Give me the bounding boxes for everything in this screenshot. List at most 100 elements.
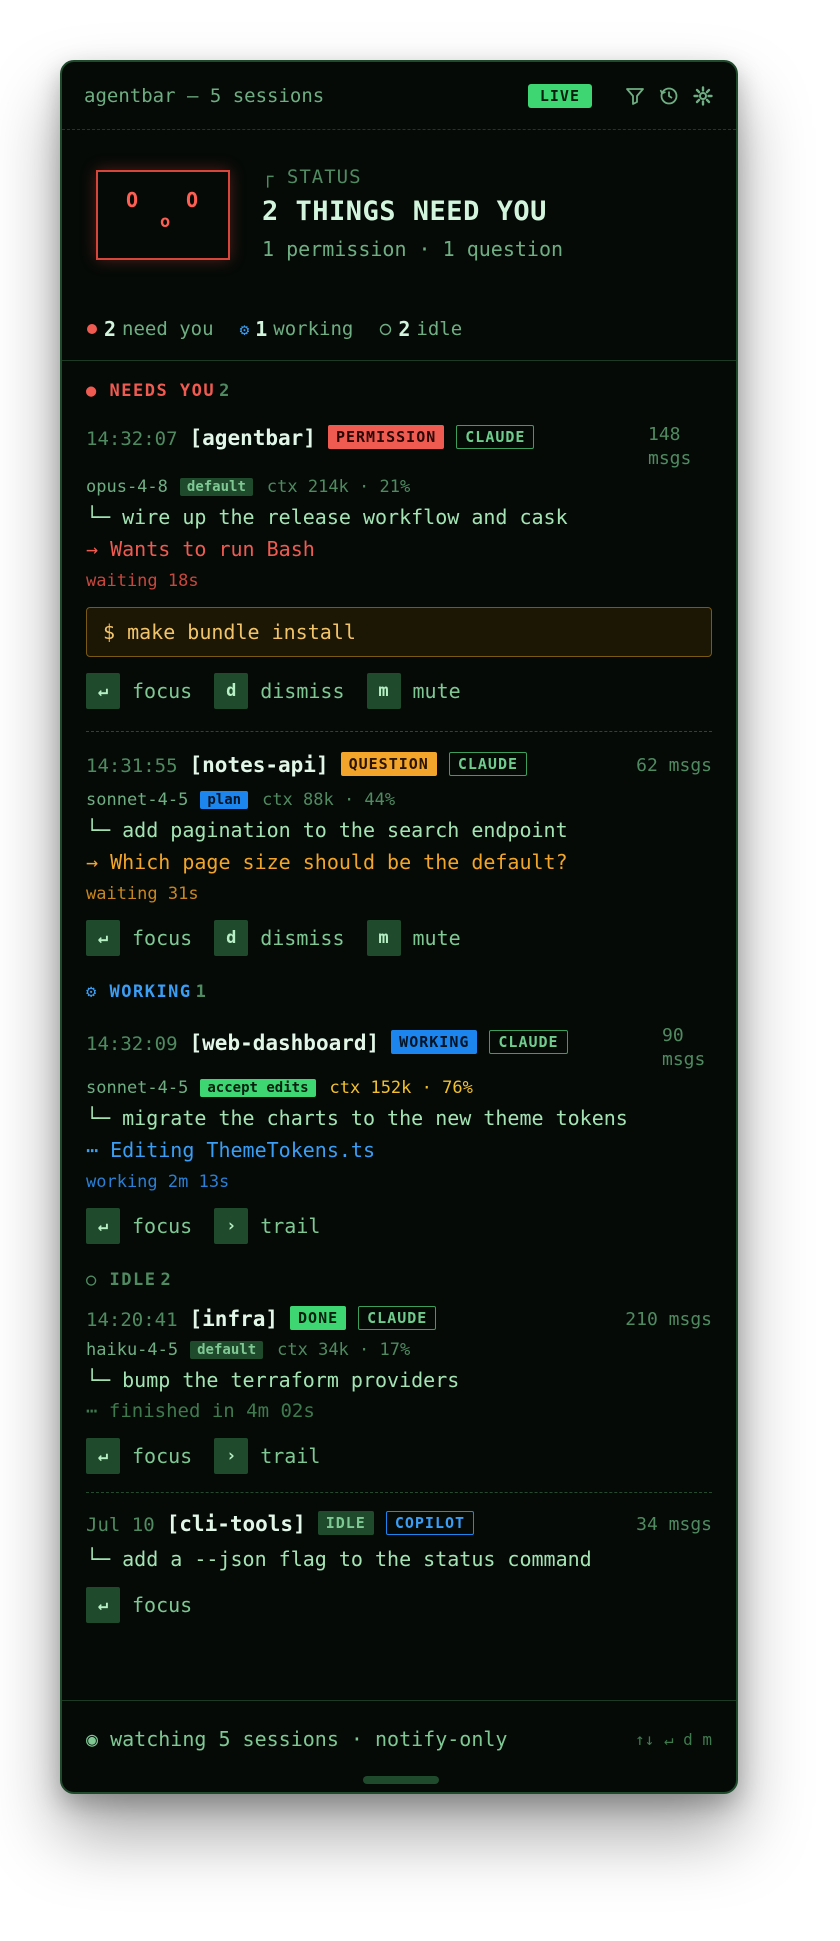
section-needs-you: ● NEEDS YOU 2 <box>86 381 231 401</box>
session-project: [agentbar] <box>189 426 316 450</box>
model-name: sonnet-4-5 <box>86 1078 189 1098</box>
focus-label: focus <box>132 1444 193 1468</box>
session-time: 14:32:09 <box>86 1033 178 1055</box>
face-eye-left: O <box>126 188 139 212</box>
section-idle: ○ IDLE 2 <box>86 1270 173 1290</box>
title-bar: agentbar — 5 sessions LIVE <box>62 62 736 130</box>
status-label: ┌ STATUS <box>262 166 362 188</box>
dismiss-key-button[interactable]: d <box>214 673 249 709</box>
dismiss-key-button[interactable]: d <box>214 920 249 956</box>
model-name: sonnet-4-5 <box>86 790 189 810</box>
status-hero: O O o ┌ STATUS 2 THINGS NEED YOU 1 permi… <box>62 130 736 330</box>
session-action: ⋯ Editing ThemeTokens.ts <box>86 1138 375 1162</box>
mode-badge: accept edits <box>200 1079 316 1097</box>
status-title: 2 THINGS NEED YOU <box>262 196 547 227</box>
session-notes-api[interactable]: 14:31:55 [notes-api] QUESTION CLAUDE 62 … <box>62 750 736 956</box>
idle-circle-icon: ○ <box>86 1270 98 1290</box>
focus-key-button[interactable]: ↵ <box>86 920 120 956</box>
state-badge: PERMISSION <box>327 425 445 449</box>
session-cli-tools[interactable]: Jul 10 [cli-tools] IDLE COPILOT 34 msgs … <box>62 1509 736 1623</box>
status-subtitle: 1 permission · 1 question <box>262 237 564 261</box>
session-project: [web-dashboard] <box>189 1031 380 1055</box>
waiting-time: waiting 18s <box>86 571 199 591</box>
trail-key-button[interactable]: › <box>214 1208 249 1244</box>
focus-key-button[interactable]: ↵ <box>86 1438 120 1474</box>
agent-badge: CLAUDE <box>448 752 528 776</box>
msg-count: 34 msgs <box>636 1514 712 1535</box>
focus-key-button[interactable]: ↵ <box>86 1587 120 1623</box>
blue-gear-icon: ⚙ <box>86 982 98 1002</box>
mode-badge: plan <box>200 791 249 809</box>
trail-key-button[interactable]: › <box>214 1438 249 1474</box>
keyboard-hint: ↑↓ ↵ d m <box>634 1730 712 1749</box>
face-eye-right: O <box>186 188 199 212</box>
model-name: haiku-4-5 <box>86 1340 179 1360</box>
idle-circle-icon <box>380 323 392 335</box>
session-action: → Which page size should be the default? <box>86 850 568 874</box>
section-working: ⚙ WORKING 1 <box>86 982 208 1002</box>
context-usage: ctx 152k · 76% <box>329 1078 473 1098</box>
session-project: [infra] <box>189 1307 279 1331</box>
live-badge: LIVE <box>527 83 592 108</box>
window-title: agentbar — 5 sessions <box>84 84 325 107</box>
watching-status: ◉ watching 5 sessions · notify-only <box>86 1727 508 1751</box>
context-usage: ctx 214k · 21% <box>266 477 411 497</box>
resize-grabber[interactable] <box>363 1776 439 1784</box>
filter-icon[interactable] <box>624 85 646 107</box>
msg-count: 62 msgs <box>636 755 712 776</box>
state-badge: IDLE <box>317 1511 374 1535</box>
dismiss-label: dismiss <box>260 926 345 950</box>
history-icon[interactable] <box>658 85 680 107</box>
session-infra[interactable]: 14:20:41 [infra] DONE CLAUDE 210 msgs ha… <box>62 1304 736 1474</box>
agent-badge: COPILOT <box>385 1511 475 1535</box>
model-name: opus-4-8 <box>86 477 168 497</box>
msg-count: 148 msgs <box>648 424 692 469</box>
session-project: [notes-api] <box>189 753 329 777</box>
summary-idle[interactable]: 2 idle <box>379 317 462 341</box>
red-dot-icon: ● <box>86 381 98 401</box>
mode-badge: default <box>190 1341 264 1359</box>
mute-label: mute <box>412 926 461 950</box>
mute-key-button[interactable]: m <box>366 673 401 709</box>
pending-command: $ make bundle install <box>86 607 712 657</box>
msg-count: 90 msgs <box>662 1025 706 1070</box>
focus-label: focus <box>132 679 193 703</box>
focus-label: focus <box>132 1593 193 1617</box>
mute-key-button[interactable]: m <box>366 920 401 956</box>
mode-badge: default <box>179 478 253 496</box>
focus-key-button[interactable]: ↵ <box>86 673 120 709</box>
dismiss-label: dismiss <box>260 679 345 703</box>
session-time: 14:31:55 <box>86 755 178 777</box>
session-time: 14:20:41 <box>86 1309 178 1331</box>
session-time: Jul 10 <box>86 1514 155 1536</box>
session-task: └─ wire up the release workflow and cask <box>86 505 568 529</box>
session-task: └─ migrate the charts to the new theme t… <box>86 1106 628 1130</box>
summary-working[interactable]: ⚙ 1 working <box>240 317 354 341</box>
agent-badge: CLAUDE <box>456 425 535 449</box>
gear-icon[interactable] <box>692 85 714 107</box>
session-project: [cli-tools] <box>166 1512 306 1536</box>
session-action: → Wants to run Bash <box>86 537 315 561</box>
session-time: 14:32:07 <box>86 428 178 450</box>
session-action: ⋯ finished in 4m 02s <box>86 1400 315 1422</box>
session-web-dashboard[interactable]: 14:32:09 [web-dashboard] WORKING CLAUDE … <box>62 1024 736 1244</box>
trail-label: trail <box>260 1444 321 1468</box>
state-badge: WORKING <box>391 1030 478 1054</box>
agent-badge: CLAUDE <box>489 1030 568 1054</box>
focus-label: focus <box>132 1214 193 1238</box>
session-task: └─ bump the terraform providers <box>86 1368 460 1392</box>
focus-label: focus <box>132 926 193 950</box>
mute-label: mute <box>412 679 461 703</box>
msg-count: 210 msgs <box>625 1309 712 1330</box>
state-badge: DONE <box>290 1306 347 1330</box>
session-task: └─ add pagination to the search endpoint <box>86 818 568 842</box>
focus-key-button[interactable]: ↵ <box>86 1208 120 1244</box>
alert-face-icon: O O o <box>96 170 230 260</box>
trail-label: trail <box>260 1214 321 1238</box>
summary-need-you[interactable]: 2 need you <box>86 317 214 341</box>
status-footer: ◉ watching 5 sessions · notify-only ↑↓ ↵… <box>62 1700 736 1792</box>
session-agentbar[interactable]: 14:32:07 [agentbar] PERMISSION CLAUDE 14… <box>62 423 736 709</box>
agent-badge: CLAUDE <box>358 1306 437 1330</box>
context-usage: ctx 88k · 44% <box>262 790 396 810</box>
blue-gear-icon: ⚙ <box>239 319 250 339</box>
